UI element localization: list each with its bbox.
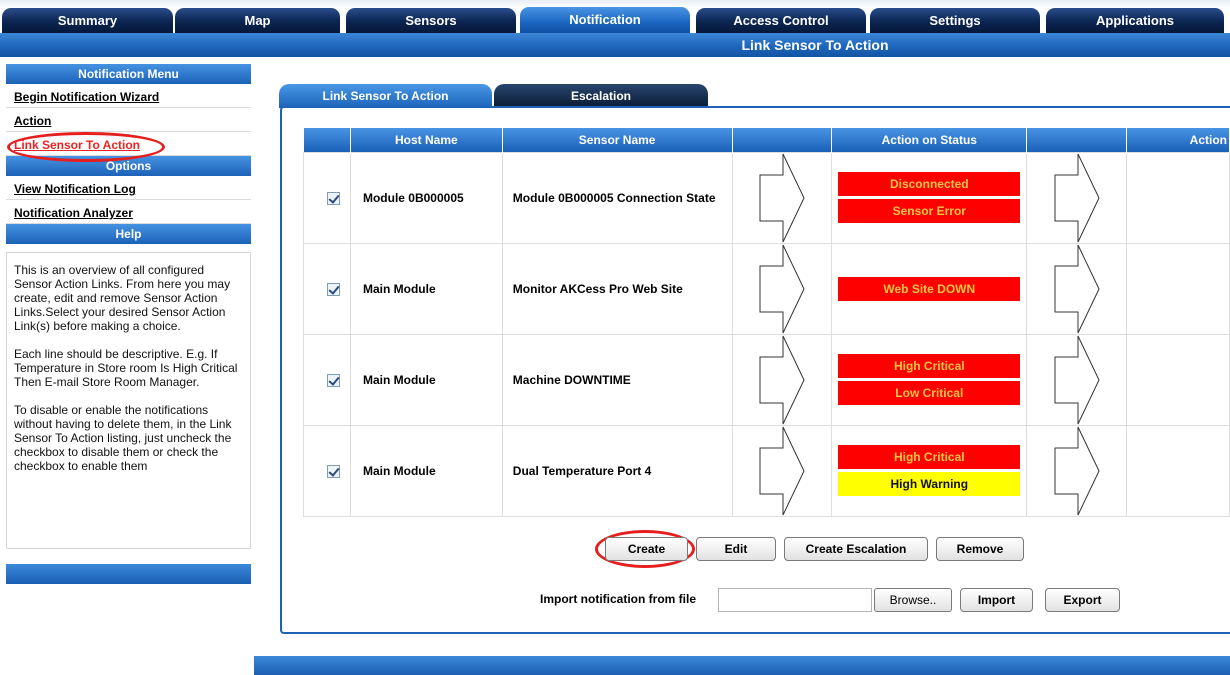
import-button[interactable]: Import — [960, 588, 1033, 612]
browse-button[interactable]: Browse.. — [874, 588, 952, 612]
tab-summary[interactable]: Summary — [2, 8, 173, 33]
table-header-row: Host Name Sensor Name Action on Status A… — [303, 128, 1230, 152]
header-sensor-name: Sensor Name — [502, 128, 733, 152]
status-badge: High Critical — [838, 354, 1021, 378]
edit-button[interactable]: Edit — [696, 537, 776, 561]
remove-button[interactable]: Remove — [936, 537, 1024, 561]
export-button[interactable]: Export — [1045, 588, 1120, 612]
page-title: Link Sensor To Action — [741, 37, 889, 53]
status-badge: Low Critical — [838, 381, 1021, 405]
right-arrow-icon — [1054, 244, 1100, 333]
enable-checkbox[interactable] — [326, 191, 340, 205]
header-host-name: Host Name — [350, 128, 503, 152]
top-tab-bar: Summary Map Sensors Notification Access … — [0, 0, 1230, 33]
enable-checkbox[interactable] — [326, 282, 340, 296]
help-text: This is an overview of all configured Se… — [6, 252, 251, 549]
sidebar-item-begin-wizard[interactable]: Begin Notification Wizard — [6, 84, 251, 108]
tab-map[interactable]: Map — [175, 8, 340, 33]
action-cell — [1126, 151, 1230, 244]
import-label: Import notification from file — [540, 592, 696, 606]
enable-checkbox[interactable] — [326, 373, 340, 387]
sensor-name-cell: Module 0B000005 Connection State — [501, 151, 733, 244]
right-arrow-icon — [1054, 153, 1100, 242]
host-name-cell: Module 0B000005 — [349, 151, 503, 244]
sidebar: Notification Menu Begin Notification Wiz… — [6, 64, 251, 584]
sidebar-item-notification-analyzer[interactable]: Notification Analyzer — [6, 200, 251, 224]
right-arrow-icon — [759, 335, 805, 424]
notification-menu-header: Notification Menu — [6, 64, 251, 84]
right-arrow-icon — [759, 244, 805, 333]
sensor-name-cell: Monitor AKCess Pro Web Site — [501, 242, 733, 335]
sidebar-item-view-notification-log[interactable]: View Notification Log — [6, 176, 251, 200]
header-action: Action — [1126, 128, 1230, 152]
help-header: Help — [6, 224, 251, 244]
header-action-on-status: Action on Status — [831, 128, 1028, 152]
sidebar-item-link-sensor-to-action[interactable]: Link Sensor To Action — [6, 132, 251, 162]
action-cell — [1126, 424, 1230, 517]
status-badge: High Critical — [838, 445, 1021, 469]
tab-access-control[interactable]: Access Control — [696, 8, 866, 33]
sidebar-item-action[interactable]: Action — [6, 108, 251, 132]
table-row: Main Module Monitor AKCess Pro Web Site … — [303, 242, 1230, 335]
subtab-link-sensor-to-action[interactable]: Link Sensor To Action — [279, 84, 492, 108]
tab-notification[interactable]: Notification — [520, 7, 690, 33]
sensor-action-table: Host Name Sensor Name Action on Status A… — [303, 128, 1230, 517]
header-arrow-col-2 — [1026, 128, 1128, 152]
tab-applications[interactable]: Applications — [1046, 8, 1224, 33]
header-arrow-col — [732, 128, 833, 152]
right-arrow-icon — [759, 153, 805, 242]
footer-bar — [254, 656, 1230, 675]
create-button[interactable]: Create — [605, 537, 688, 561]
sensor-name-cell: Machine DOWNTIME — [501, 333, 733, 426]
action-cell — [1126, 242, 1230, 335]
sensor-name-cell: Dual Temperature Port 4 — [501, 424, 733, 517]
action-cell — [1126, 333, 1230, 426]
header-checkbox-col — [303, 128, 351, 152]
table-row: Main Module Machine DOWNTIME High Critic… — [303, 333, 1230, 426]
table-row: Module 0B000005 Module 0B000005 Connecti… — [303, 151, 1230, 244]
subtab-escalation[interactable]: Escalation — [494, 84, 708, 108]
status-badge: Disconnected — [838, 172, 1021, 196]
sidebar-footer-bar — [6, 564, 251, 584]
import-file-field[interactable] — [718, 588, 872, 612]
create-escalation-button[interactable]: Create Escalation — [784, 537, 928, 561]
right-arrow-icon — [1054, 335, 1100, 424]
host-name-cell: Main Module — [349, 424, 503, 517]
tab-settings[interactable]: Settings — [870, 8, 1040, 33]
page-title-bar: Link Sensor To Action — [0, 33, 1230, 57]
right-arrow-icon — [1054, 426, 1100, 515]
host-name-cell: Main Module — [349, 242, 503, 335]
table-row: Main Module Dual Temperature Port 4 High… — [303, 424, 1230, 517]
host-name-cell: Main Module — [349, 333, 503, 426]
tab-sensors[interactable]: Sensors — [346, 8, 516, 33]
status-badge: High Warning — [838, 472, 1021, 496]
right-arrow-icon — [759, 426, 805, 515]
status-badge: Web Site DOWN — [838, 276, 1021, 301]
enable-checkbox[interactable] — [326, 464, 340, 478]
status-badge: Sensor Error — [838, 199, 1021, 223]
